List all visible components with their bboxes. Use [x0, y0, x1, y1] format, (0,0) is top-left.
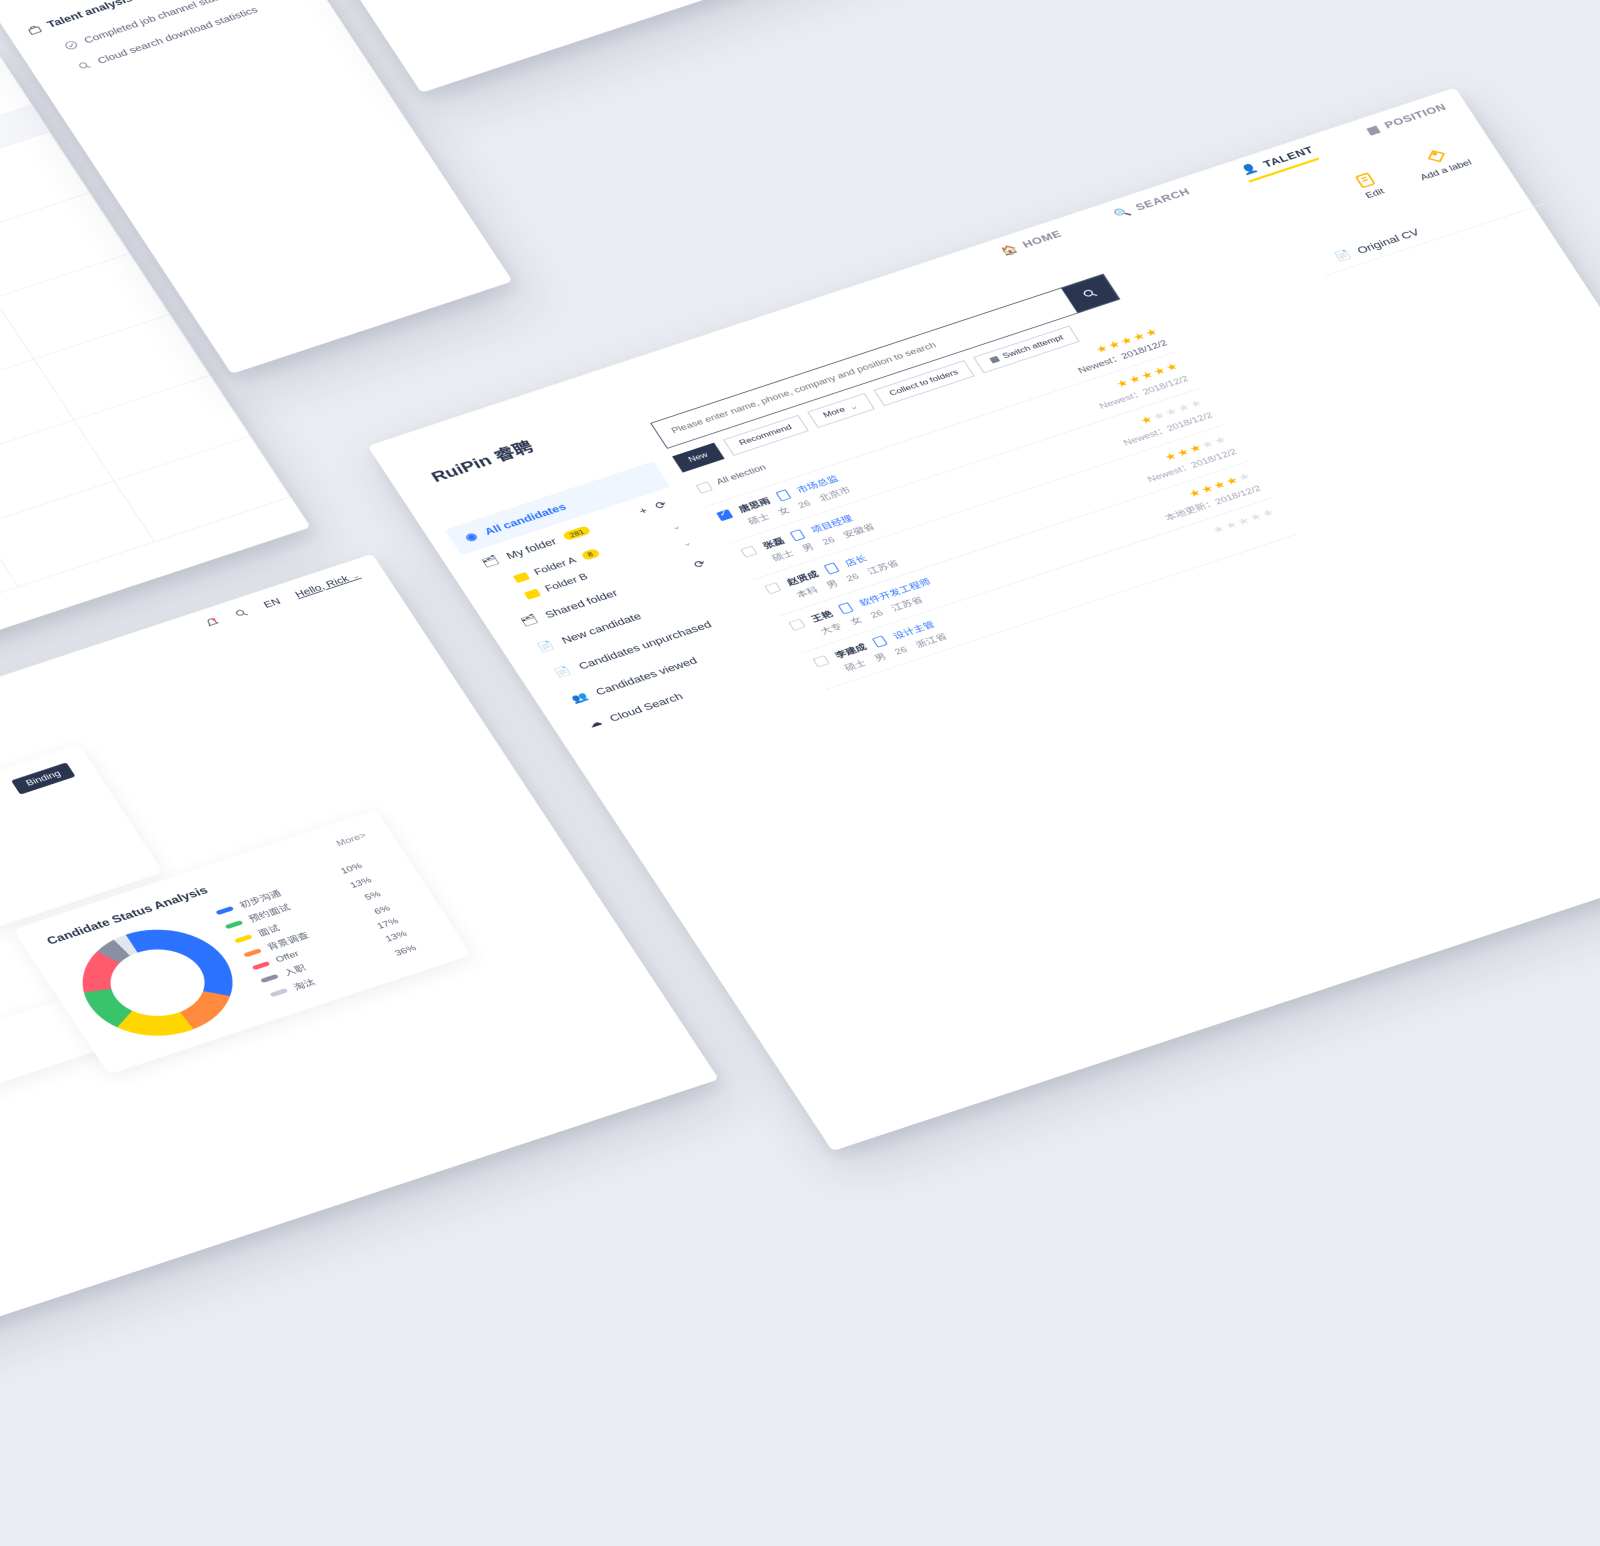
phone-icon: [838, 602, 854, 614]
add-label-action[interactable]: Add a label: [1408, 141, 1474, 182]
candidate-checkbox[interactable]: [716, 509, 733, 521]
lang-toggle[interactable]: EN: [262, 596, 283, 610]
more-link[interactable]: More>: [335, 831, 369, 848]
check-circle-icon: [62, 39, 81, 52]
candidate-list: All election ★★★★★Newest：2018/12/2 唐思雨市场…: [684, 319, 1297, 690]
nav-search[interactable]: 🔍 SEARCH: [1111, 185, 1194, 223]
candidate-checkbox[interactable]: [764, 582, 781, 594]
search-icon: [1079, 286, 1100, 301]
legend-item: 面试5%: [231, 887, 385, 949]
bell-icon[interactable]: [204, 616, 223, 629]
sidebar-unpurchased[interactable]: 📄 Candidates unpurchased: [534, 597, 759, 691]
brand-logo: RuiPin睿聘: [420, 435, 537, 489]
donut-chart: [58, 912, 257, 1053]
dashboard-panel: EN Hello, Rick ⌄ ▦ POSITION ▤ REPORT ⚙ S…: [0, 554, 719, 1384]
candidate-status-card: More> Candidate Status Analysis 初步沟通10%预…: [13, 810, 471, 1074]
edit-action[interactable]: Edit: [1351, 170, 1387, 201]
phone-icon: [776, 489, 792, 501]
nav-talent[interactable]: 👤 TALENT: [1239, 144, 1319, 183]
legend-item: Offer17%: [249, 915, 402, 974]
candidate-checkbox[interactable]: [812, 655, 829, 667]
refresh-icon[interactable]: ⟳: [692, 558, 709, 572]
search-icon[interactable]: [233, 607, 252, 620]
nav-position[interactable]: ▦ POSITION: [1364, 101, 1451, 141]
sidebar-viewed[interactable]: 👥 Candidates viewed: [551, 623, 776, 717]
phone-icon: [824, 562, 840, 574]
step-item: Receiving resumes from various channels: [0, 821, 106, 956]
nav-home[interactable]: 🏠 HOME: [998, 228, 1066, 261]
legend-item: 入职13%: [257, 926, 411, 988]
legend-item: 淘汰36%: [266, 940, 420, 1002]
original-cv-section[interactable]: 📄 Original CV: [1310, 181, 1543, 276]
legend-item: 预约面试13%: [221, 873, 375, 935]
step-item: Intelligent parsing and storage: [0, 850, 125, 985]
search-icon: [75, 59, 94, 72]
select-all-checkbox[interactable]: [696, 481, 713, 493]
binding-button[interactable]: Binding: [11, 762, 75, 794]
legend-item: 背景调查6%: [240, 901, 394, 963]
candidate-checkbox[interactable]: [788, 618, 805, 630]
operation-card: Operation Deprecated: [0, 967, 194, 1115]
refresh-icon[interactable]: ⟳: [653, 499, 670, 513]
all-election-label: All election: [715, 463, 768, 487]
phone-icon: [790, 529, 806, 541]
phone-icon: [872, 635, 888, 647]
one-key-storage-card: Binding One key storage amyzhu@careerint…: [0, 744, 163, 1016]
sidebar-cloud-search[interactable]: ☁ Cloud Search: [568, 648, 793, 742]
bar-chart-panel: 0 50 100 EntryOfferInitial communication…: [244, 0, 1237, 93]
legend-item: 初步沟通10%: [212, 858, 366, 920]
add-icon[interactable]: +: [637, 505, 651, 518]
briefcase-icon: [25, 23, 44, 36]
user-email: amyzhu@careerintlinc.com: [0, 803, 90, 937]
candidate-checkbox[interactable]: [740, 545, 757, 557]
step-item: Intelligently identifying resume documen…: [0, 836, 115, 971]
